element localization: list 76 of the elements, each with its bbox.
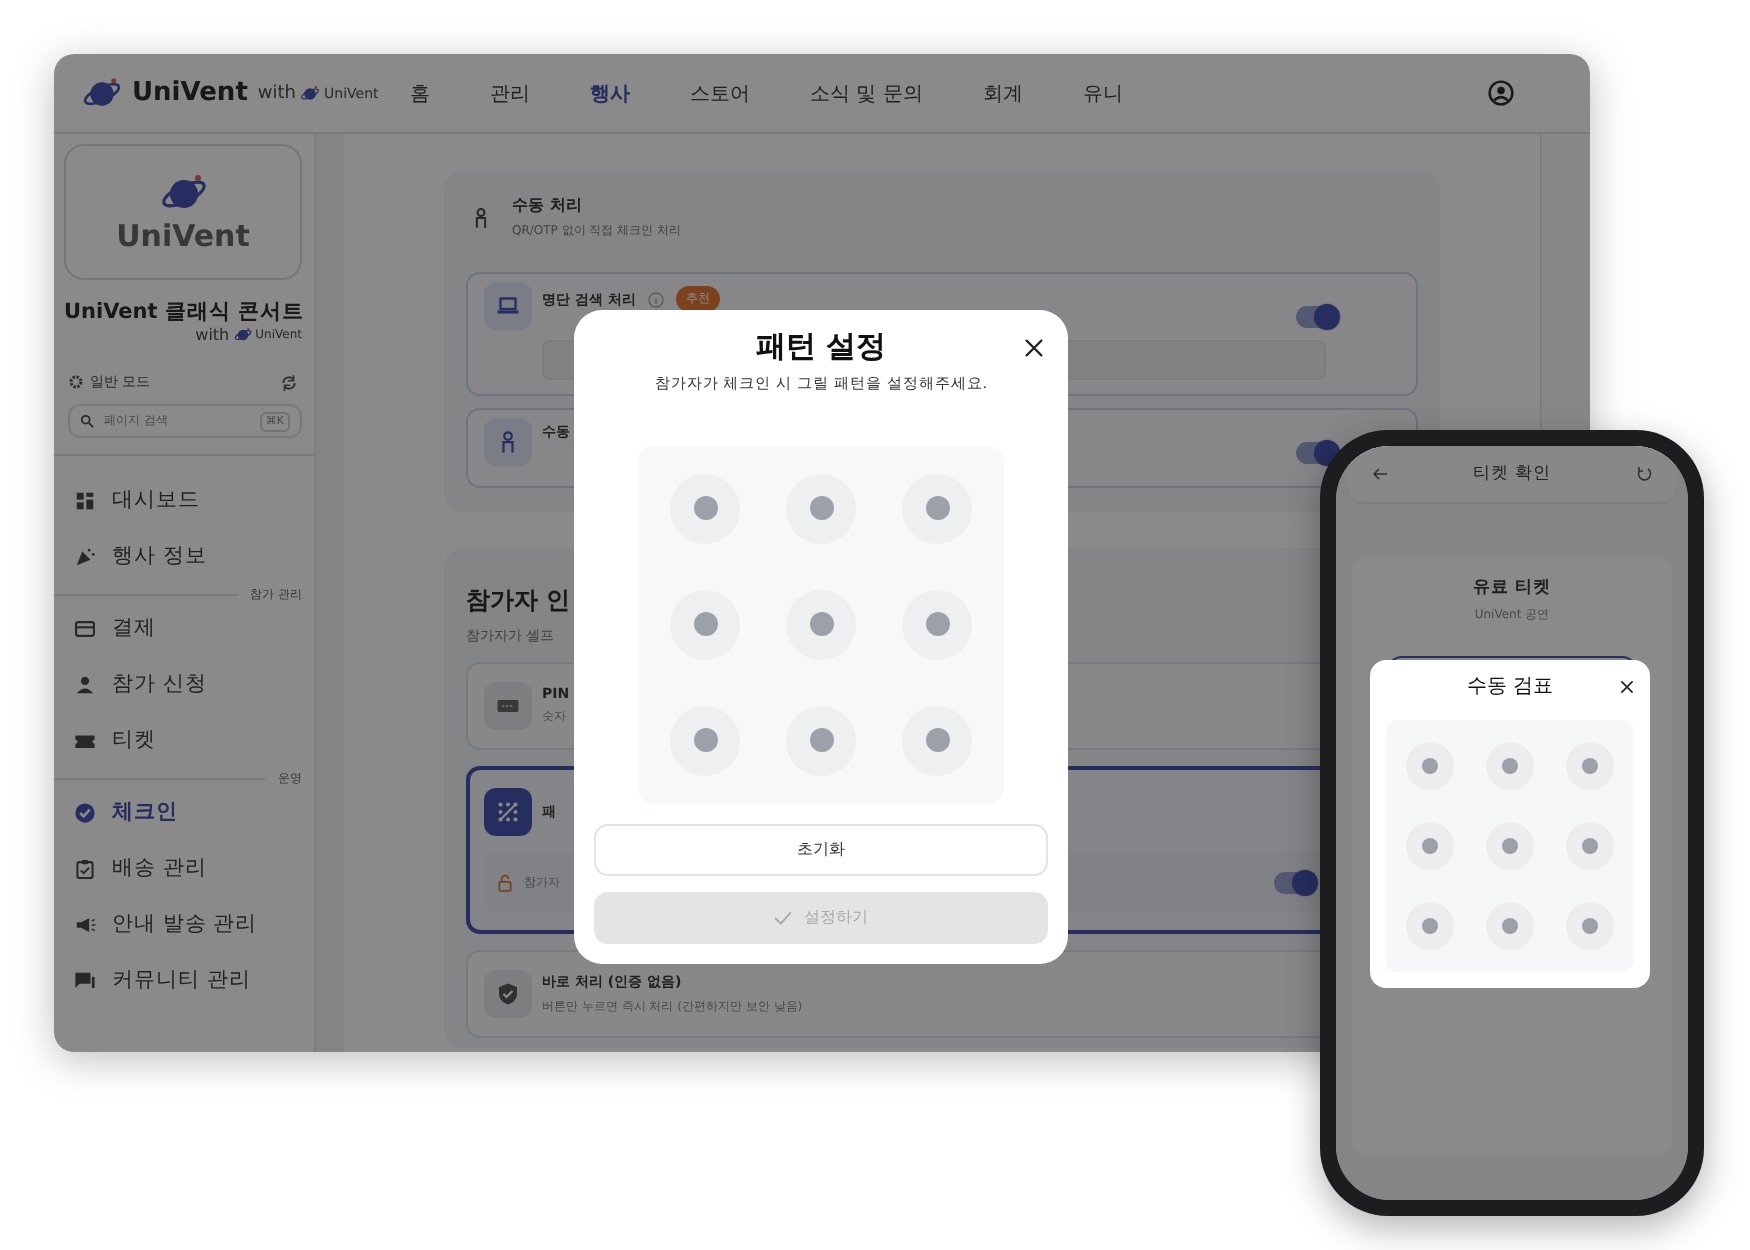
pattern-dot[interactable] [786,705,856,776]
nav-tab[interactable]: 홈 [380,79,460,107]
pattern-grid[interactable] [638,446,1004,804]
search-icon [80,414,94,428]
shield-icon [484,970,532,1018]
refresh-icon[interactable] [1635,466,1652,482]
nav-tab[interactable]: 소식 및 문의 [780,79,953,107]
pattern-dot[interactable] [670,473,740,544]
nav-tab[interactable]: 행사 [560,79,660,107]
pattern-dot[interactable] [1406,902,1454,950]
pattern-dot[interactable] [1566,902,1614,950]
nav-tab[interactable]: 회계 [952,79,1053,107]
pattern-dot[interactable] [902,705,972,776]
grid-icon [74,489,96,511]
sidebar-item[interactable]: 결제 [54,600,314,656]
pattern-dot[interactable] [1406,742,1454,790]
back-arrow-icon[interactable] [1372,466,1388,482]
chat-icon [74,969,96,991]
dialog-title: 패턴 설정 [755,328,887,366]
sidebar-item[interactable]: 안내 발송 관리 [54,896,314,952]
pattern-dot[interactable] [1406,822,1454,870]
pattern-dot[interactable] [902,473,972,544]
close-icon[interactable] [1024,338,1044,358]
pattern-dot[interactable] [786,589,856,660]
ticket-name: 유료 티켓 [1473,576,1551,600]
info-icon [647,291,664,307]
pattern-dot[interactable] [670,705,740,776]
credit-card-icon [74,617,96,639]
logo-icon [233,326,252,344]
pattern-icon [484,788,532,836]
toggle-switch[interactable] [1296,442,1336,464]
person-icon [74,673,96,695]
account-icon[interactable] [1488,80,1514,106]
screen-title: 티켓 확인 [1473,462,1551,486]
event-title: UniVent 클래식 콘서트 [64,298,307,326]
logo-icon [300,83,321,103]
refresh-icon[interactable] [280,373,298,391]
toggle-switch[interactable] [1274,871,1314,893]
clipboard-icon [74,857,96,879]
pattern-dot[interactable] [1486,742,1534,790]
dialog-title: 수동 검표 [1466,674,1554,700]
sidebar-item[interactable]: 티켓 [54,712,314,768]
pattern-dot[interactable] [1566,822,1614,870]
pattern-dot[interactable] [1566,742,1614,790]
logo-text: UniVent [116,218,250,254]
megaphone-icon [74,913,96,935]
sidebar-item[interactable]: 참가 신청 [54,656,314,712]
with-label: with [257,83,297,103]
nav-tab[interactable]: 관리 [460,79,560,107]
pattern-dot[interactable] [902,589,972,660]
laptop-icon [484,282,532,330]
pattern-grid[interactable] [1386,720,1634,972]
gear-icon [68,374,84,390]
section-title: 참가자 인 [466,584,573,618]
reset-button[interactable]: 초기화 [594,823,1048,876]
check-circle-icon [74,801,96,823]
pattern-dot[interactable] [1486,822,1534,870]
logo-text[interactable]: UniVent [132,78,248,108]
pattern-dot[interactable] [670,589,740,660]
sidebar-item[interactable]: 대시보드 [54,472,314,528]
lock-icon [496,873,514,891]
sidebar-item[interactable]: 체크인 [54,784,314,840]
sidebar-item[interactable]: 행사 정보 [54,528,314,584]
keypad-icon [484,682,532,730]
nav-tab[interactable]: 유니 [1052,79,1153,107]
pattern-dot[interactable] [786,473,856,544]
sidebar-item[interactable]: 커뮤니티 관리 [54,952,314,1008]
party-popper-icon [74,545,96,567]
card-title: 수동 처리 [512,194,584,216]
sidebar-item[interactable]: 배송 관리 [54,840,314,896]
nav-tab[interactable]: 스토어 [660,79,780,107]
pattern-dot[interactable] [1486,902,1534,950]
check-icon [774,909,792,926]
close-icon[interactable] [1620,680,1634,694]
toggle-switch[interactable] [1296,306,1336,328]
with-label: with [195,326,230,344]
